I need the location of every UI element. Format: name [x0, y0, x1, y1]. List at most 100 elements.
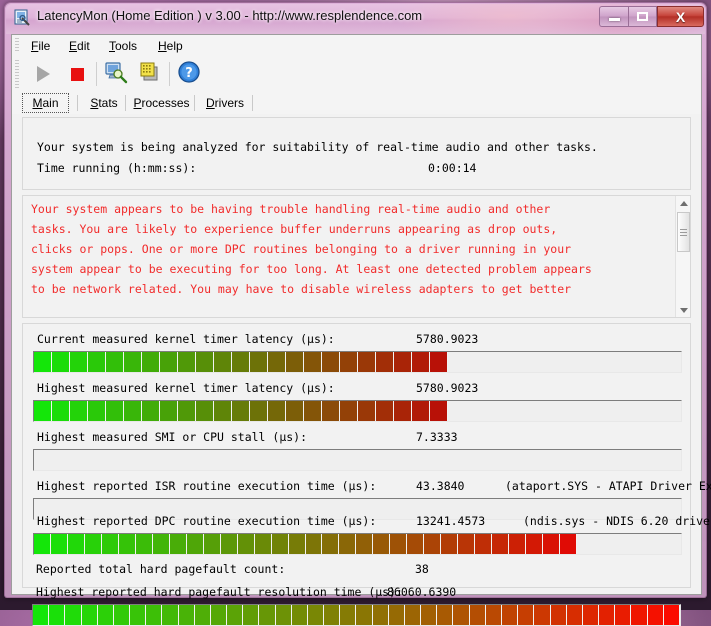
gauge-segment: [388, 605, 405, 625]
scroll-up-button[interactable]: [676, 196, 691, 210]
warning-panel: Your system appears to be having trouble…: [22, 195, 691, 318]
warning-line-2: tasks. You are likely to experience buff…: [31, 222, 558, 236]
gauge-segment: [475, 534, 493, 554]
gauge-segment: [441, 534, 459, 554]
gauge-segment: [340, 352, 358, 372]
report-button[interactable]: [101, 60, 131, 88]
time-running-value: 0:00:14: [428, 161, 477, 175]
gauge-segment: [376, 401, 394, 421]
question-circle-icon: ?: [177, 60, 201, 89]
stop-square-icon: [70, 67, 84, 81]
titlebar[interactable]: LatencyMon (Home Edition ) v 3.00 - http…: [5, 3, 708, 33]
gauge-segment: [101, 534, 119, 554]
gauge-segment: [275, 605, 292, 625]
gauge-segment: [34, 534, 51, 554]
gauge-segment: [268, 401, 286, 421]
toolbar-separator-1: [96, 62, 97, 86]
gauge-segment: [152, 534, 170, 554]
gauge-segment: [421, 605, 438, 625]
gauge-segment: [65, 605, 82, 625]
gauge-segment: [543, 534, 561, 554]
tab-processes[interactable]: Processes: [130, 93, 193, 113]
window-title: LatencyMon (Home Edition ) v 3.00 - http…: [37, 8, 423, 23]
gauge-segment: [220, 534, 238, 554]
gauge-segment: [534, 605, 551, 625]
scrollbar-thumb[interactable]: [677, 212, 690, 252]
gauge-segment: [214, 401, 232, 421]
gauge-segment: [162, 605, 179, 625]
gauge-segment: [599, 605, 616, 625]
gauge-segment: [305, 534, 323, 554]
gauge-segment: [160, 401, 178, 421]
highest-dpc-execution-time-extra: (ndis.sys - NDIS 6.20 driver,: [523, 514, 711, 528]
current-kernel-timer-latency-value: 5780.9023: [416, 332, 479, 346]
menu-item-file[interactable]: File: [26, 38, 55, 54]
gauge-segment: [291, 605, 308, 625]
gauge-segment: [130, 605, 147, 625]
warning-line-4: system appear to be executing for too lo…: [31, 262, 592, 276]
toolbar-grip[interactable]: [15, 60, 19, 88]
close-button[interactable]: X: [657, 6, 704, 27]
gauge-segment: [376, 352, 394, 372]
status-panel: Your system is being analyzed for suitab…: [22, 117, 691, 190]
menu-item-help[interactable]: Help: [153, 38, 188, 54]
start-button[interactable]: [28, 60, 58, 88]
copy-button[interactable]: [135, 60, 165, 88]
gauge-segment: [196, 401, 214, 421]
gauge-segment: [124, 352, 142, 372]
status-analysis-text: Your system is being analyzed for suitab…: [37, 140, 598, 154]
menu-grip[interactable]: [15, 38, 19, 53]
tab-stats[interactable]: Stats: [82, 93, 126, 113]
tab-drivers[interactable]: Drivers: [199, 93, 251, 113]
gauge-segment: [118, 534, 136, 554]
menu-item-tools[interactable]: Tools: [104, 38, 142, 54]
highest-kernel-timer-latency-label: Highest measured kernel timer latency (µ…: [37, 381, 335, 395]
highest-kernel-timer-latency-value: 5780.9023: [416, 381, 479, 395]
gauge-segment: [518, 605, 535, 625]
tab-main[interactable]: Main: [22, 93, 69, 113]
help-button[interactable]: ?: [174, 60, 204, 88]
gauge-segment: [50, 534, 68, 554]
gauge-segment: [394, 352, 412, 372]
gauge-segment: [453, 605, 470, 625]
gauge-segment: [113, 605, 131, 625]
reported-hard-pagefault-count-value: 38: [415, 562, 429, 576]
tab-divider-2: [125, 95, 126, 111]
gauge-segment: [250, 401, 268, 421]
gauge-segment: [178, 352, 196, 372]
gauge-segment: [340, 401, 358, 421]
minimize-button[interactable]: [599, 6, 628, 27]
gauge-segment: [526, 534, 544, 554]
gauge-segment: [203, 534, 221, 554]
tab-divider-1: [77, 95, 78, 111]
maximize-button[interactable]: [628, 6, 657, 27]
gauge-segment: [430, 401, 448, 421]
gauge-segment: [458, 534, 476, 554]
gauge-segment: [550, 605, 567, 625]
gauge-segment: [34, 401, 52, 421]
gauge-segment: [160, 352, 178, 372]
gauge-segment: [412, 352, 430, 372]
gauge-segment: [304, 401, 322, 421]
gauge-segment: [372, 605, 389, 625]
warning-line-5: to be network related. You may have to d…: [31, 282, 572, 296]
gauge-segment: [178, 401, 196, 421]
highest-hard-pagefault-resolution-time-label: Highest reported hard pagefault resoluti…: [36, 585, 403, 599]
gauge-fill: [34, 401, 448, 421]
gauge-segment: [254, 534, 272, 554]
gauge-segment: [97, 605, 114, 625]
gauge-segment: [124, 401, 142, 421]
gauge-segment: [615, 605, 632, 625]
gauge-segment: [259, 605, 276, 625]
warning-scrollbar[interactable]: [675, 196, 690, 317]
highest-hard-pagefault-resolution-time-value: 86060.6390: [387, 585, 457, 599]
highest-smi-cpu-stall-value: 7.3333: [416, 430, 458, 444]
gauge-segment: [560, 534, 577, 554]
tab-divider-4: [252, 95, 253, 111]
stop-button[interactable]: [62, 60, 92, 88]
maximize-icon: [637, 12, 648, 21]
menu-item-edit[interactable]: Edit: [64, 38, 95, 54]
scroll-down-button[interactable]: [676, 303, 691, 317]
highest-isr-execution-time-extra: (ataport.SYS - ATAPI Driver Exten: [505, 479, 711, 493]
gauge-segment: [404, 605, 422, 625]
